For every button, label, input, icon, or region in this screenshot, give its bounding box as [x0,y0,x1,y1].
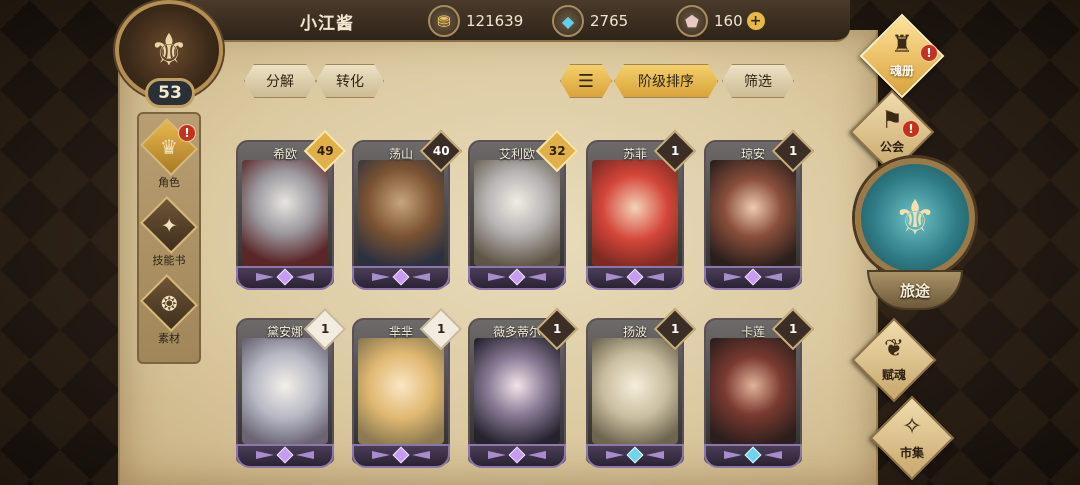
sidebar-item-label: 角色 [158,176,180,189]
market-icon: ✧ [901,412,923,440]
gem-icon: ⬟ [676,5,708,37]
card-frame [352,444,450,468]
character-portrait [242,160,328,266]
material-icon: ❂ [140,274,198,332]
character-portrait [358,160,444,266]
alert-badge-icon: ! [178,124,196,142]
character-portrait [592,160,678,266]
crystal-value: 2765 [590,12,629,30]
soul-endow-label: 赋魂 [881,368,906,382]
filter-button[interactable]: 筛选 [722,64,794,98]
resource-crystals[interactable]: ◆ 2765 [552,5,628,37]
crystal-icon: ◆ [552,5,584,37]
character-card[interactable]: 芈芈 1 [352,307,463,468]
character-portrait [592,338,678,444]
character-portrait [474,160,560,266]
card-frame [236,266,334,290]
coin-icon: ⛃ [428,5,460,37]
character-card[interactable]: 扬波 1 [586,307,697,468]
card-frame [236,444,334,468]
gem-value: 160 [714,12,743,30]
card-frame [468,266,566,290]
sidebar-item-material[interactable]: ❂ 素材 [138,274,200,346]
player-name: 小江酱 [300,14,354,34]
guild-label: 公会 [879,140,904,154]
sidebar-item-label: 技能书 [152,254,186,267]
sidebar-item-label: 素材 [158,332,180,345]
sidebar-item-skillbook[interactable]: ✦ 技能书 [138,196,200,268]
coin-value: 121639 [466,12,524,30]
soul-book-label: 魂册 [889,64,914,78]
avatar-emblem-icon: ⚜ [149,24,189,76]
character-portrait [710,338,796,444]
resource-coins[interactable]: ⛃ 121639 [428,5,523,37]
character-portrait [358,338,444,444]
journey-label: 旅途 [867,270,963,310]
journey-button[interactable]: ⚜ 旅途 [855,158,975,314]
character-card[interactable]: 希欧 49 [236,129,347,290]
character-card[interactable]: 荡山 40 [352,129,463,290]
character-card[interactable]: 黛安娜 1 [236,307,347,468]
card-frame [586,444,684,468]
character-card[interactable]: 卡莲 1 [704,307,815,468]
character-card[interactable]: 薇多蒂尔 1 [468,307,579,468]
soul-endow-button[interactable]: ❦ 赋魂 [851,317,937,403]
alert-badge-icon: ! [920,44,938,62]
card-frame [704,266,802,290]
decompose-button[interactable]: 分解 [244,64,316,98]
sort-by-tier-button[interactable]: 阶级排序 [614,64,718,98]
character-portrait [474,338,560,444]
add-gems-button[interactable]: + [746,12,765,30]
character-card[interactable]: 苏菲 1 [586,129,697,290]
character-card[interactable]: 琼安 1 [704,129,815,290]
alert-badge-icon: ! [902,120,920,138]
market-label: 市集 [899,446,924,460]
character-portrait [710,160,796,266]
soul-book-icon: ♜ [891,30,913,58]
market-button[interactable]: ✧ 市集 [869,395,955,481]
guild-icon: ⚑ [881,106,903,134]
sort-order-icon[interactable]: ☰ [560,64,612,98]
card-frame [704,444,802,468]
card-frame [352,266,450,290]
journey-icon: ⚜ [893,190,937,246]
skillbook-icon: ✦ [140,196,198,254]
soul-endow-icon: ❦ [883,334,905,362]
journey-emblem: ⚜ [855,158,975,278]
convert-button[interactable]: 转化 [316,64,384,98]
card-frame [586,266,684,290]
character-portrait [242,338,328,444]
player-level-badge: 53 [145,78,195,108]
character-card[interactable]: 艾利欧 32 [468,129,579,290]
resource-gems[interactable]: ⬟ 160 + [676,5,765,37]
card-frame [468,444,566,468]
